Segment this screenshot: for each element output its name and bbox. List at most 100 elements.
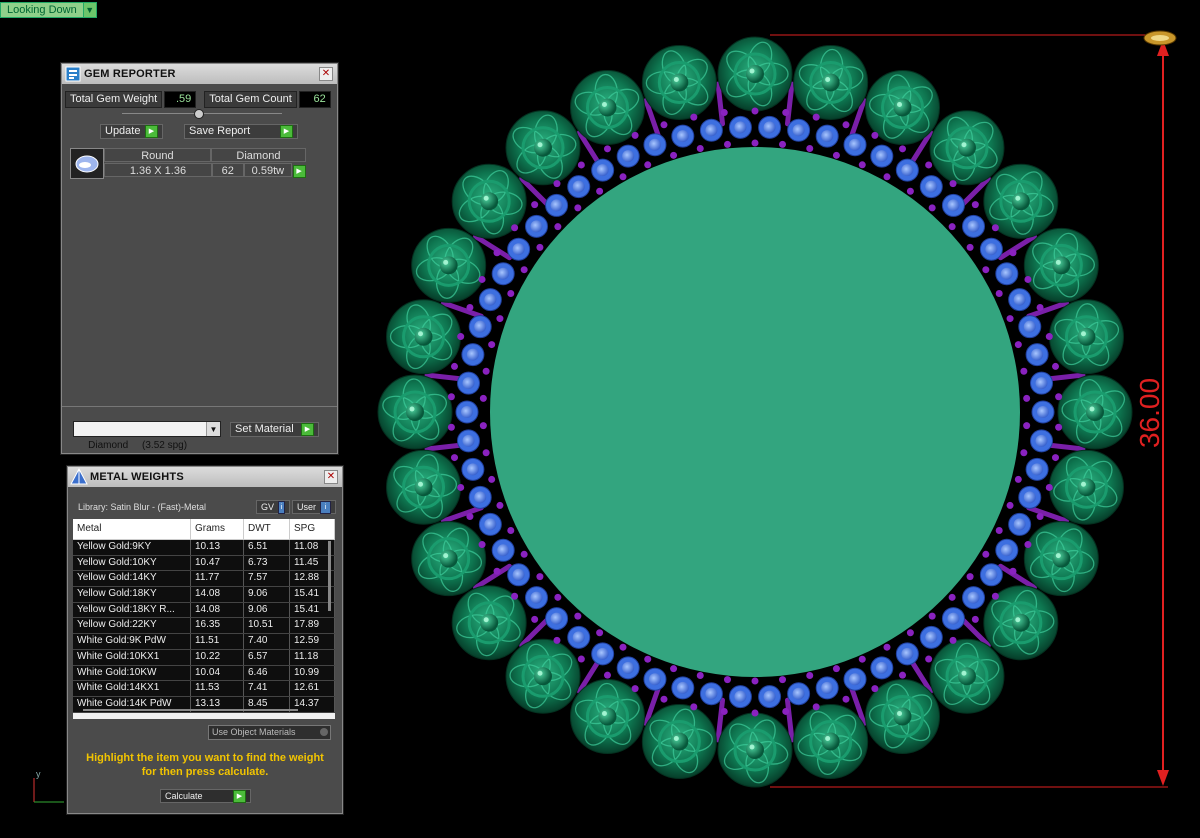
table-row[interactable]: Yellow Gold:22KY 16.35 10.51 17.89 [73, 618, 335, 635]
table-cell-dwt: 9.06 [244, 587, 290, 602]
play-icon[interactable]: ▶ [292, 165, 306, 178]
purple-bead [1024, 541, 1032, 549]
table-row[interactable]: White Gold:10KW 10.04 6.46 10.99 [73, 665, 335, 682]
update-button[interactable]: Update ▶ [100, 124, 163, 139]
blue-gem-table [1000, 544, 1013, 557]
purple-bead [991, 224, 999, 232]
purple-bead [832, 151, 840, 159]
col-spg[interactable]: SPG [290, 519, 335, 539]
view-mode-label[interactable]: Looking Down [0, 2, 84, 18]
slider-handle[interactable] [194, 109, 204, 119]
chevron-down-icon[interactable]: ▼ [206, 422, 220, 436]
view-mode-selector[interactable]: Looking Down ▼ [0, 2, 97, 18]
table-row[interactable]: White Gold:9K PdW 11.51 7.40 12.59 [73, 634, 335, 650]
table-cell-dwt: 6.51 [244, 540, 290, 555]
table-cell-metal-name: White Gold:14KX1 [73, 681, 191, 696]
purple-bead [723, 140, 731, 148]
gv-label: GV [261, 501, 275, 512]
rose-highlight [749, 744, 755, 750]
purple-bead [1055, 423, 1063, 431]
table-row[interactable]: White Gold:10KX1 10.22 6.57 11.18 [73, 649, 335, 666]
col-dwt[interactable]: DWT [244, 519, 290, 539]
table-row[interactable]: Yellow Gold:18KY R... 14.08 9.06 15.41 [73, 602, 335, 619]
purple-bead [466, 303, 474, 311]
table-row[interactable]: Yellow Gold:9KY 10.13 6.51 11.08 [73, 540, 335, 556]
purple-bead [577, 161, 585, 169]
rose-highlight [443, 259, 449, 265]
blue-gem-table [1013, 293, 1026, 306]
gv-toggle[interactable]: GV i [256, 500, 290, 514]
purple-bead [782, 707, 790, 715]
metal-table-body: Yellow Gold:9KY 10.13 6.51 11.08 Yellow Gold… [73, 540, 335, 713]
table-row[interactable]: Yellow Gold:10KY 10.47 6.73 11.45 [73, 555, 335, 572]
table-cell-metal-name: White Gold:10KW [73, 665, 191, 681]
set-material-label: Set Material [235, 423, 294, 435]
save-report-label: Save Report [189, 125, 251, 137]
calculate-button[interactable]: Calculate ▶ [160, 789, 251, 803]
use-object-materials-select[interactable]: Use Object Materials [208, 725, 331, 740]
blue-gem-table [648, 673, 661, 686]
table-row[interactable]: Yellow Gold:14KY 11.77 7.57 12.88 [73, 571, 335, 588]
col-metal[interactable]: Metal [73, 519, 191, 539]
purple-bead [948, 593, 956, 601]
instruction-text: Highlight the item you want to find the … [86, 752, 324, 778]
blue-gem-table [792, 124, 805, 137]
purple-bead [451, 362, 459, 370]
rose-center [957, 138, 976, 157]
total-gem-count-value: 62 [298, 91, 331, 108]
ring-model[interactable] [377, 36, 1133, 788]
purple-bead [948, 223, 956, 231]
chevron-down-icon[interactable]: ▼ [83, 2, 97, 18]
table-cell-grams: 10.13 [191, 540, 244, 555]
col-grams[interactable]: Grams [191, 519, 244, 539]
metal-table[interactable]: Metal Grams DWT SPG Yellow Gold:9KY 10.13… [73, 519, 335, 719]
blue-gem-table [462, 377, 475, 390]
purple-bead [883, 643, 891, 651]
metal-weights-titlebar[interactable]: METAL WEIGHTS ✕ [68, 467, 342, 487]
table-cell-grams: 10.22 [191, 649, 244, 665]
blue-gem-table [1031, 348, 1044, 361]
material-select[interactable]: Diamond (3.52 spg) ▼ [73, 421, 221, 451]
blue-gem-table [967, 220, 980, 233]
table-cell-dwt: 6.57 [244, 649, 290, 665]
user-toggle[interactable]: User i [292, 500, 336, 514]
purple-bead [596, 187, 604, 195]
purple-bead [1014, 341, 1022, 349]
purple-bead [966, 573, 974, 581]
purple-bead [619, 173, 627, 181]
blue-gem-table [1035, 377, 1048, 390]
purple-bead [596, 629, 604, 637]
gem-shape-thumbnail[interactable] [70, 148, 104, 179]
gem-count: 62 [211, 163, 244, 177]
blue-gem-table [947, 612, 960, 625]
gem-shape-header: Round [104, 148, 211, 162]
purple-bead [1051, 454, 1059, 462]
horizontal-scrollbar[interactable] [83, 709, 298, 711]
purple-bead [482, 449, 490, 457]
blue-gem-table [1000, 267, 1013, 280]
save-report-button[interactable]: Save Report ▶ [184, 124, 298, 139]
update-button-label: Update [105, 125, 141, 137]
close-icon[interactable]: ✕ [324, 470, 338, 484]
blue-gem-table [925, 180, 938, 193]
purple-bead [779, 140, 787, 148]
purple-bead [670, 665, 678, 673]
blue-gem-table [1031, 463, 1044, 476]
rose-center [1052, 549, 1071, 568]
purple-bead [925, 161, 933, 169]
gem-table-row[interactable]: 1.36 X 1.36 62 0.59tw ▶ [104, 163, 306, 178]
gem-material-header: Diamond [210, 148, 306, 162]
gem-reporter-titlebar[interactable]: GEM REPORTER ✕ [62, 64, 337, 84]
set-material-button[interactable]: Set Material ▶ [230, 422, 319, 437]
close-icon[interactable]: ✕ [319, 67, 333, 81]
vertical-scrollbar[interactable] [328, 541, 331, 611]
rose-center [821, 73, 840, 92]
rose-highlight [483, 195, 489, 201]
info-icon: i [278, 500, 285, 514]
purple-bead [995, 290, 1003, 298]
table-cell-spg: 11.18 [290, 649, 335, 665]
table-row[interactable]: Yellow Gold:18KY 14.08 9.06 15.41 [73, 587, 335, 603]
blue-gem-table [734, 121, 747, 134]
table-row[interactable]: White Gold:14KX1 11.53 7.41 12.61 [73, 681, 335, 697]
purple-bead [457, 483, 465, 491]
